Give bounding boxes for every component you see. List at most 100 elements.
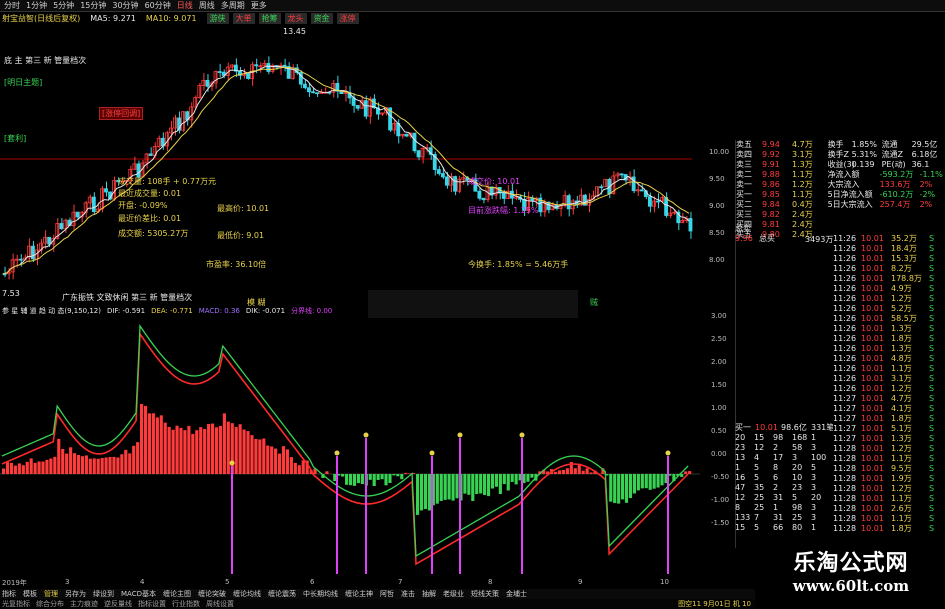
tick-row[interactable]: 11:26 10.01 1.3万 S [833,324,945,334]
status-item-6[interactable]: 周线设置 [206,599,234,609]
order-vol: 0.4万 [792,200,813,209]
tick-price: 10.01 [861,434,884,443]
tick-row[interactable]: 11:28 10.01 1.1万 S [833,454,945,464]
tick-row[interactable]: 11:28 10.01 1.9万 S [833,474,945,484]
histogram-bar [656,474,660,488]
tick-row[interactable]: 11:28 10.01 1.2万 S [833,484,945,494]
tick-row[interactable]: 11:26 10.01 178.8万 S [833,274,945,284]
histogram-bar [376,474,380,480]
signal-line [1,331,689,566]
queue-cell: 15 [754,433,765,442]
status-item-5[interactable]: 行业指数 [172,599,200,609]
indicator-tab-16[interactable]: 短线关策 [471,589,499,599]
indicator-tab-10[interactable]: 中长期均线 [303,589,338,599]
indicator-tab-7[interactable]: 缠论突破 [198,589,226,599]
indicator-tab-17[interactable]: 金埔士 [506,589,527,599]
tick-row[interactable]: 11:26 10.01 35.2万 S [833,234,945,244]
histogram-bar [443,474,447,500]
status-item-4[interactable]: 指标设置 [138,599,166,609]
period-tab-4[interactable]: 30分钟 [112,0,138,11]
period-tab-7[interactable]: 周线 [199,0,215,11]
indicator-tab-3[interactable]: 另存为 [65,589,86,599]
flow-value: 133.6万 [879,180,911,189]
tick-row[interactable]: 11:28 10.01 1.2万 S [833,444,945,454]
status-item-0[interactable]: 光复指标 [2,599,30,609]
tick-time: 11:27 [833,404,857,413]
tick-row[interactable]: 11:28 10.01 9.5万 S [833,464,945,474]
tick-list[interactable]: 11:26 10.01 35.2万 S 11:26 10.01 18.4万 S 11:26 10.… [833,234,945,544]
tick-row[interactable]: 11:26 10.01 1.3万 S [833,344,945,354]
tick-row[interactable]: 11:26 10.01 3.1万 S [833,374,945,384]
indicator-tab-6[interactable]: 缠论主图 [163,589,191,599]
indicator-tag-2[interactable]: [套利] [4,133,26,144]
tick-time: 11:27 [833,434,857,443]
indicator-tab-8[interactable]: 缠论均线 [233,589,261,599]
histogram-bar [53,456,57,474]
tick-side: S [929,324,935,333]
tick-row[interactable]: 11:26 10.01 1.2万 S [833,384,945,394]
indicator-tab-2[interactable]: 管理 [44,589,58,599]
queue-row: 8 25 1 98 3 [735,503,833,513]
indicator-tab-13[interactable]: 准击 [401,589,415,599]
total-buy-price: 9.96 [735,234,753,243]
indicator-tab-11[interactable]: 缠论主神 [345,589,373,599]
candle-body [656,200,660,203]
tick-row[interactable]: 11:26 10.01 15.3万 S [833,254,945,264]
status-item-3[interactable]: 逆反量线 [104,599,132,609]
period-tab-6[interactable]: 日线 [177,0,193,11]
histogram-bar [33,462,37,474]
period-tab-3[interactable]: 15分钟 [80,0,106,11]
price-chart[interactable] [0,24,708,307]
status-item-1[interactable]: 综合分布 [36,599,64,609]
tick-row[interactable]: 11:27 10.01 1.8万 S [833,414,945,424]
tick-row[interactable]: 11:26 10.01 1.8万 S [833,334,945,344]
histogram-bar [187,425,191,474]
tick-row[interactable]: 11:26 10.01 1.2万 S [833,294,945,304]
tick-row[interactable]: 11:26 10.01 58.5万 S [833,314,945,324]
tick-row[interactable]: 11:27 10.01 1.3万 S [833,434,945,444]
info-chip-1[interactable]: 大单 [232,13,255,24]
indicator-chart[interactable] [0,316,708,578]
indicator-tab-5[interactable]: MACD基本 [121,589,156,599]
info-chip-4[interactable]: 资金 [310,13,333,24]
tick-row[interactable]: 11:28 10.01 1.1万 S [833,514,945,524]
tick-row[interactable]: 11:28 10.01 1.1万 S [833,494,945,504]
period-tab-9[interactable]: 更多 [251,0,267,11]
indicator-tab-0[interactable]: 指标 [2,589,16,599]
indicator-tab-4[interactable]: 绿设到 [93,589,114,599]
period-tab-5[interactable]: 60分钟 [145,0,171,11]
info-chip-2[interactable]: 抢筹 [258,13,281,24]
order-row: 卖五 9.94 4.7万 [736,140,828,150]
tick-row[interactable]: 11:26 10.01 1.1万 S [833,364,945,374]
tick-row[interactable]: 11:27 10.01 4.7万 S [833,394,945,404]
period-tab-1[interactable]: 1分钟 [26,0,47,11]
info-chip-5[interactable]: 涨停 [336,13,359,24]
indicator-tab-15[interactable]: 老级业 [443,589,464,599]
tick-row[interactable]: 11:26 10.01 8.2万 S [833,264,945,274]
queue-cell: 16 [735,473,746,482]
info-chip-0[interactable]: 游侠 [206,13,229,24]
tick-row[interactable]: 11:28 10.01 2.6万 S [833,504,945,514]
candle-body [169,127,173,134]
indicator-tab-9[interactable]: 缠论震荡 [268,589,296,599]
tick-row[interactable]: 11:28 10.01 1.8万 S [833,524,945,534]
info-chip-3[interactable]: 龙头 [284,13,307,24]
indicator-tab-14[interactable]: 抽解 [422,589,436,599]
tick-row[interactable]: 11:26 10.01 18.4万 S [833,244,945,254]
tick-vol: 1.8万 [891,334,912,343]
histogram-bar [680,474,684,477]
tick-row[interactable]: 11:26 10.01 4.9万 S [833,284,945,294]
period-tab-2[interactable]: 5分钟 [53,0,74,11]
period-tab-8[interactable]: 多周期 [221,0,245,11]
tick-row[interactable]: 11:26 10.01 4.8万 S [833,354,945,364]
status-item-2[interactable]: 主力痕迹 [70,599,98,609]
tick-row[interactable]: 11:26 10.01 5.2万 S [833,304,945,314]
tick-row[interactable]: 11:27 10.01 4.1万 S [833,404,945,414]
indicator-tag-3[interactable]: [涨停回调] [99,107,144,120]
indicator-tab-12[interactable]: 阿哲 [380,589,394,599]
period-tab-0[interactable]: 分时 [4,0,20,11]
tick-row[interactable]: 11:27 10.01 5.1万 S [833,424,945,434]
indicator-tab-1[interactable]: 模板 [23,589,37,599]
indicator-tag-1[interactable]: [明日主题] [4,77,42,88]
order-label: 卖三 [736,160,752,169]
